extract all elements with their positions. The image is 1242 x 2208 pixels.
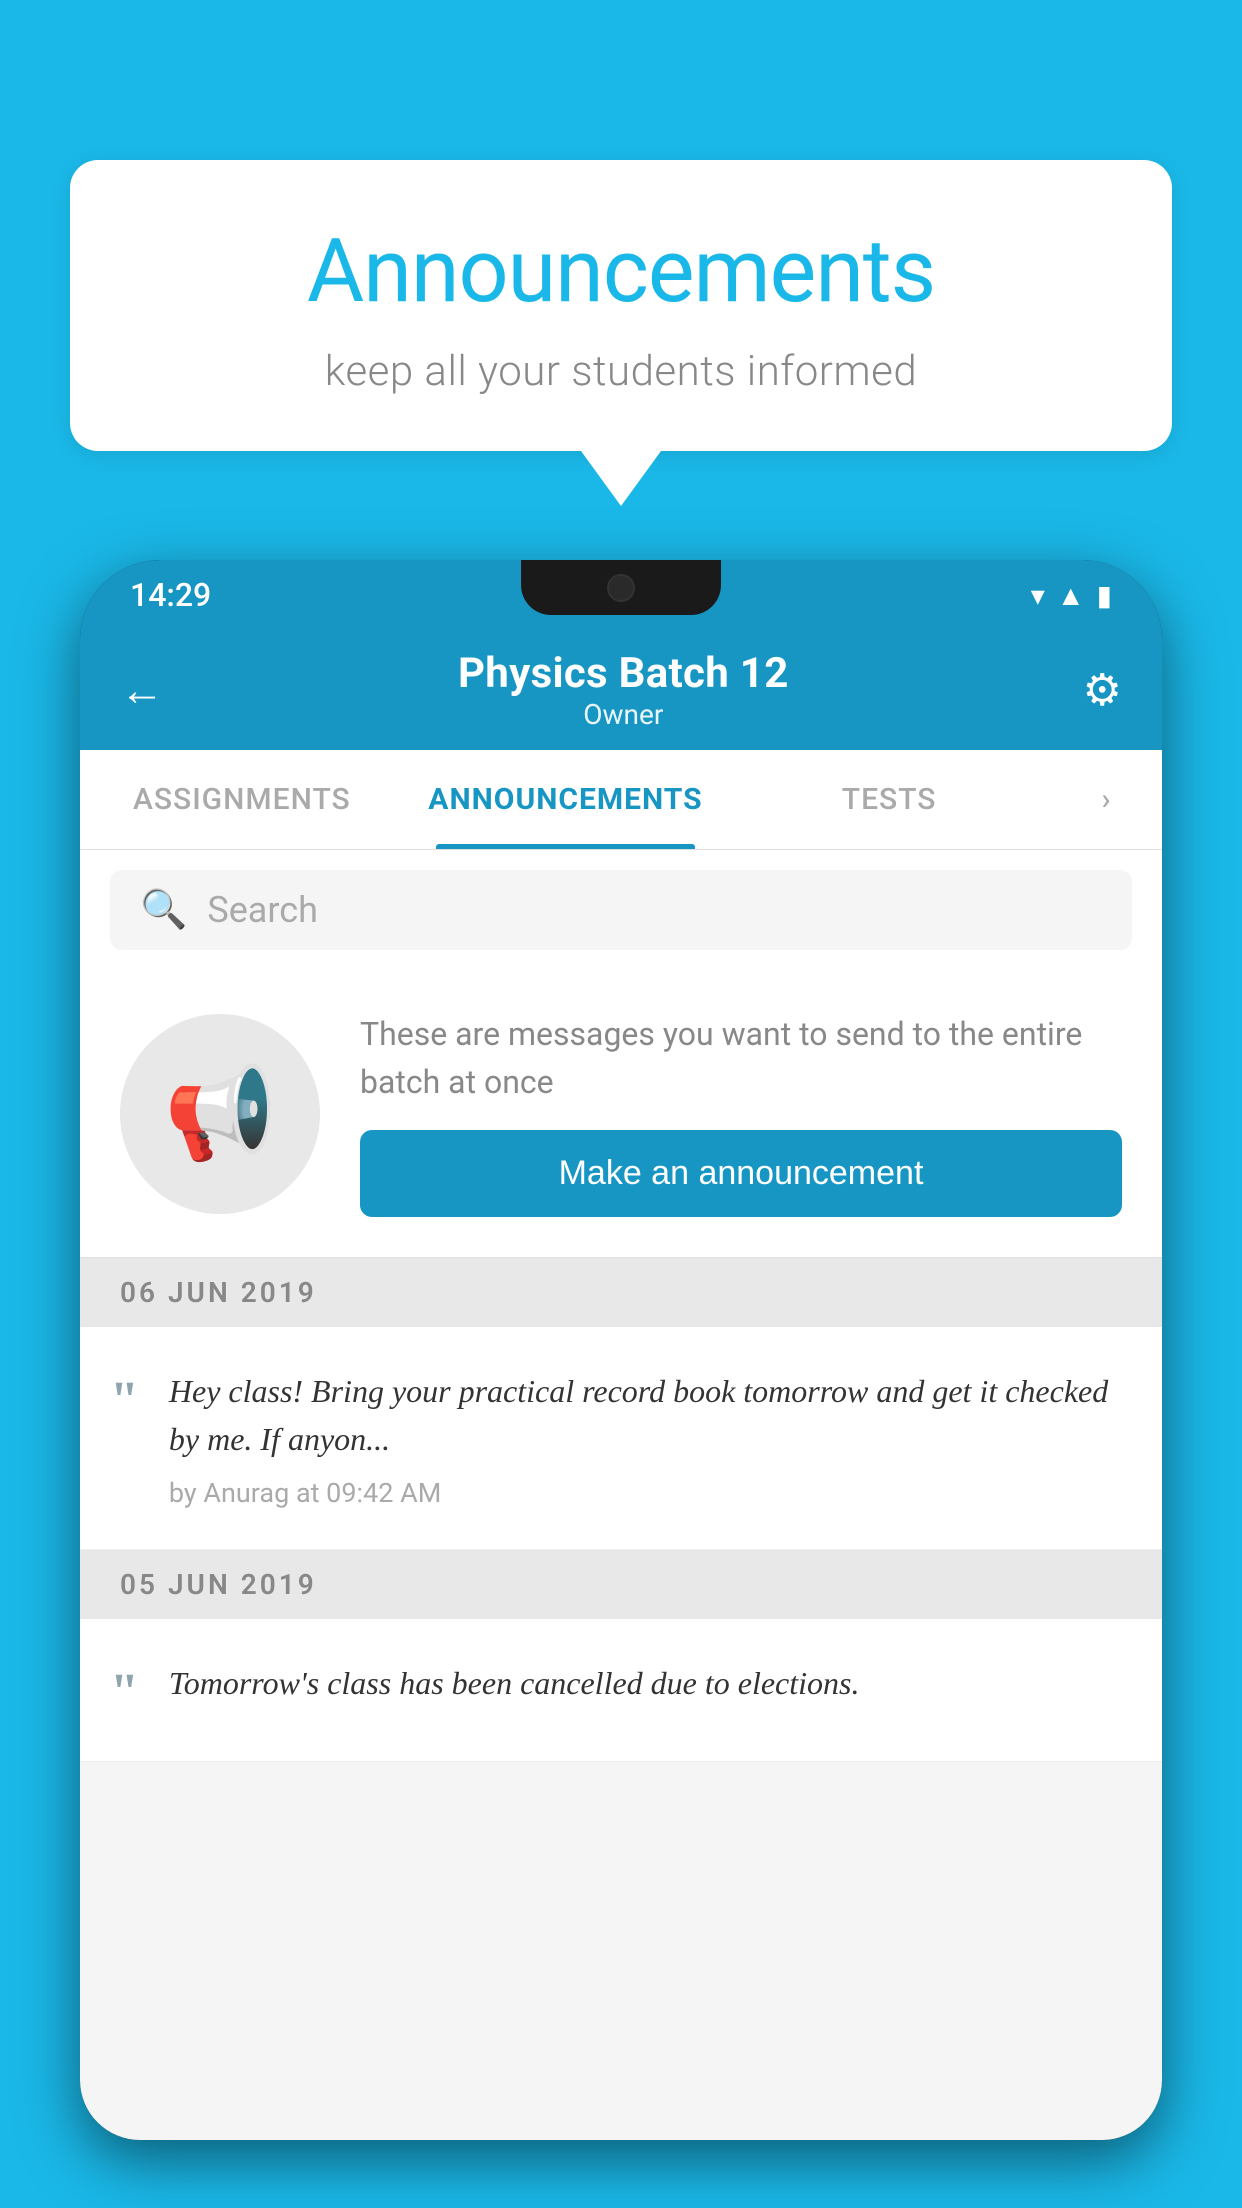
speech-bubble-card: Announcements keep all your students inf…	[70, 160, 1172, 451]
content-area: 🔍 Search 📢 These are messages you want t…	[80, 850, 1162, 2140]
date-divider-1: 06 JUN 2019	[80, 1258, 1162, 1327]
speech-bubble-title: Announcements	[130, 220, 1112, 323]
message-item-2: " Tomorrow's class has been cancelled du…	[80, 1619, 1162, 1762]
back-button[interactable]: ←	[120, 664, 164, 716]
message-content-1: Hey class! Bring your practical record b…	[169, 1367, 1122, 1509]
status-time: 14:29	[130, 576, 211, 614]
header-center: Physics Batch 12 Owner	[458, 649, 789, 731]
speech-bubble-section: Announcements keep all your students inf…	[70, 160, 1172, 506]
signal-icon: ▲	[1057, 579, 1085, 612]
tab-announcements[interactable]: ANNOUNCEMENTS	[404, 750, 728, 849]
quote-icon-2: "	[110, 1659, 139, 1719]
cta-description: These are messages you want to send to t…	[360, 1010, 1122, 1106]
header-title: Physics Batch 12	[458, 649, 789, 698]
message-text-1: Hey class! Bring your practical record b…	[169, 1367, 1122, 1463]
cta-right: These are messages you want to send to t…	[360, 1010, 1122, 1217]
app-header: ← Physics Batch 12 Owner ⚙	[80, 630, 1162, 750]
phone-inner: 14:29 ▾ ▲ ▮ ← Physics Batch 12 Owner ⚙	[80, 560, 1162, 2140]
message-text-2: Tomorrow's class has been cancelled due …	[169, 1659, 1122, 1707]
date-divider-2: 05 JUN 2019	[80, 1550, 1162, 1619]
header-subtitle: Owner	[458, 698, 789, 731]
wifi-icon: ▾	[1031, 579, 1045, 612]
megaphone-icon: 📢	[164, 1061, 276, 1166]
message-item-1: " Hey class! Bring your practical record…	[80, 1327, 1162, 1550]
tab-assignments[interactable]: ASSIGNMENTS	[80, 750, 404, 849]
search-icon: 🔍	[140, 888, 187, 932]
phone-camera	[607, 574, 635, 602]
status-icons: ▾ ▲ ▮	[1031, 579, 1112, 612]
announcement-cta-section: 📢 These are messages you want to send to…	[80, 970, 1162, 1258]
speech-bubble-subtitle: keep all your students informed	[130, 347, 1112, 396]
search-bar-container: 🔍 Search	[80, 850, 1162, 970]
speech-bubble-tail	[581, 451, 661, 506]
message-content-2: Tomorrow's class has been cancelled due …	[169, 1659, 1122, 1721]
search-input-wrapper[interactable]: 🔍 Search	[110, 870, 1132, 950]
tab-tests[interactable]: TESTS	[727, 750, 1051, 849]
search-placeholder: Search	[207, 889, 318, 931]
message-meta-1: by Anurag at 09:42 AM	[169, 1477, 1122, 1509]
tabs-bar: ASSIGNMENTS ANNOUNCEMENTS TESTS ›	[80, 750, 1162, 850]
make-announcement-button[interactable]: Make an announcement	[360, 1130, 1122, 1217]
battery-icon: ▮	[1097, 579, 1112, 612]
phone-mockup: 14:29 ▾ ▲ ▮ ← Physics Batch 12 Owner ⚙	[80, 560, 1162, 2208]
tab-more[interactable]: ›	[1051, 750, 1162, 849]
quote-icon-1: "	[110, 1367, 139, 1427]
megaphone-circle: 📢	[120, 1014, 320, 1214]
settings-icon[interactable]: ⚙	[1083, 664, 1122, 716]
phone-notch	[521, 560, 721, 615]
phone-frame: 14:29 ▾ ▲ ▮ ← Physics Batch 12 Owner ⚙	[80, 560, 1162, 2140]
